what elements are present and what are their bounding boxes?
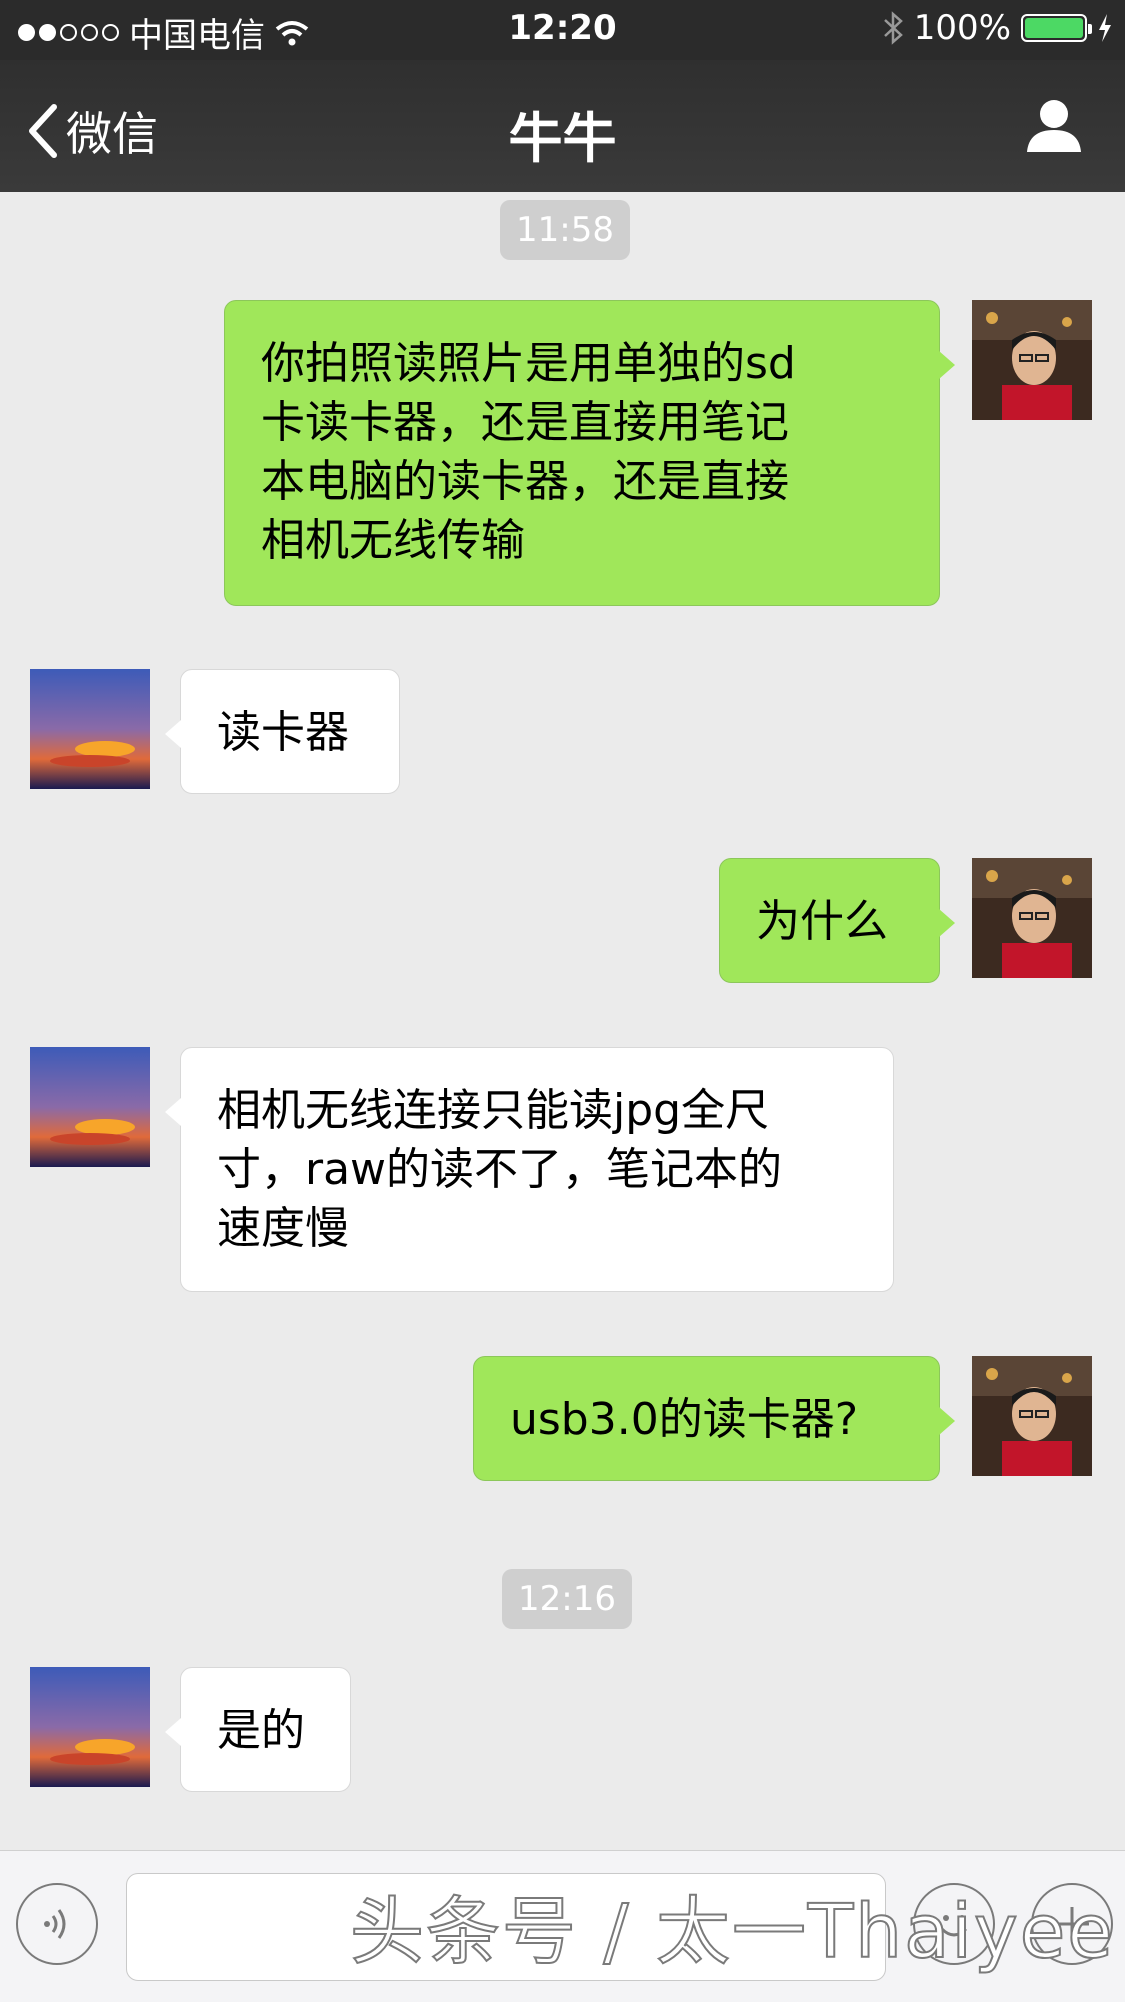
chat-timestamp: 12:16 <box>502 1569 632 1629</box>
voice-input-button[interactable] <box>16 1883 98 1965</box>
message-text: usb3.0的读卡器? <box>510 1394 859 1445</box>
watermark-text: 头条号 / 太一Thaiyee <box>349 1888 1115 1976</box>
status-bar: 中国电信 12:20 100% <box>0 0 1125 60</box>
voice-icon <box>44 1909 66 1939</box>
message-bubble-incoming[interactable]: 是的 <box>165 1667 351 1792</box>
message-text: 为什么 <box>756 896 888 947</box>
contact-profile-icon[interactable] <box>1023 94 1085 156</box>
chat-title: 牛牛 <box>508 107 617 170</box>
message-bubble-incoming[interactable]: 相机无线连接只能读jpg全尺 寸，raw的读不了，笔记本的 速度慢 <box>165 1047 894 1292</box>
message-bubble-outgoing[interactable]: usb3.0的读卡器? <box>473 1356 955 1481</box>
nav-bar: 微信 牛牛 <box>0 60 1125 192</box>
status-right: 100% <box>882 8 1113 48</box>
message-bubble-incoming[interactable]: 读卡器 <box>165 669 400 794</box>
my-avatar[interactable] <box>972 858 1092 978</box>
bluetooth-icon <box>883 11 903 45</box>
my-avatar[interactable] <box>972 300 1092 420</box>
my-avatar[interactable] <box>972 1356 1092 1476</box>
contact-avatar[interactable] <box>30 1047 150 1167</box>
chat-timestamp: 11:58 <box>500 200 630 260</box>
battery-icon <box>1021 14 1092 42</box>
message-text: 相机无线连接只能读jpg全尺 寸，raw的读不了，笔记本的 速度慢 <box>217 1085 783 1254</box>
message-bubble-outgoing[interactable]: 为什么 <box>719 858 955 983</box>
message-bubble-outgoing[interactable]: 你拍照读照片是用单独的sd 卡读卡器，还是直接用笔记 本电脑的读卡器，还是直接 … <box>224 300 955 606</box>
contact-avatar[interactable] <box>30 669 150 789</box>
contact-avatar[interactable] <box>30 1667 150 1787</box>
battery-percent: 100% <box>913 8 1011 48</box>
message-text: 是的 <box>217 1705 305 1756</box>
message-text: 读卡器 <box>217 707 349 758</box>
message-text: 你拍照读照片是用单独的sd 卡读卡器，还是直接用笔记 本电脑的读卡器，还是直接 … <box>261 338 796 566</box>
charging-icon <box>1099 14 1111 42</box>
